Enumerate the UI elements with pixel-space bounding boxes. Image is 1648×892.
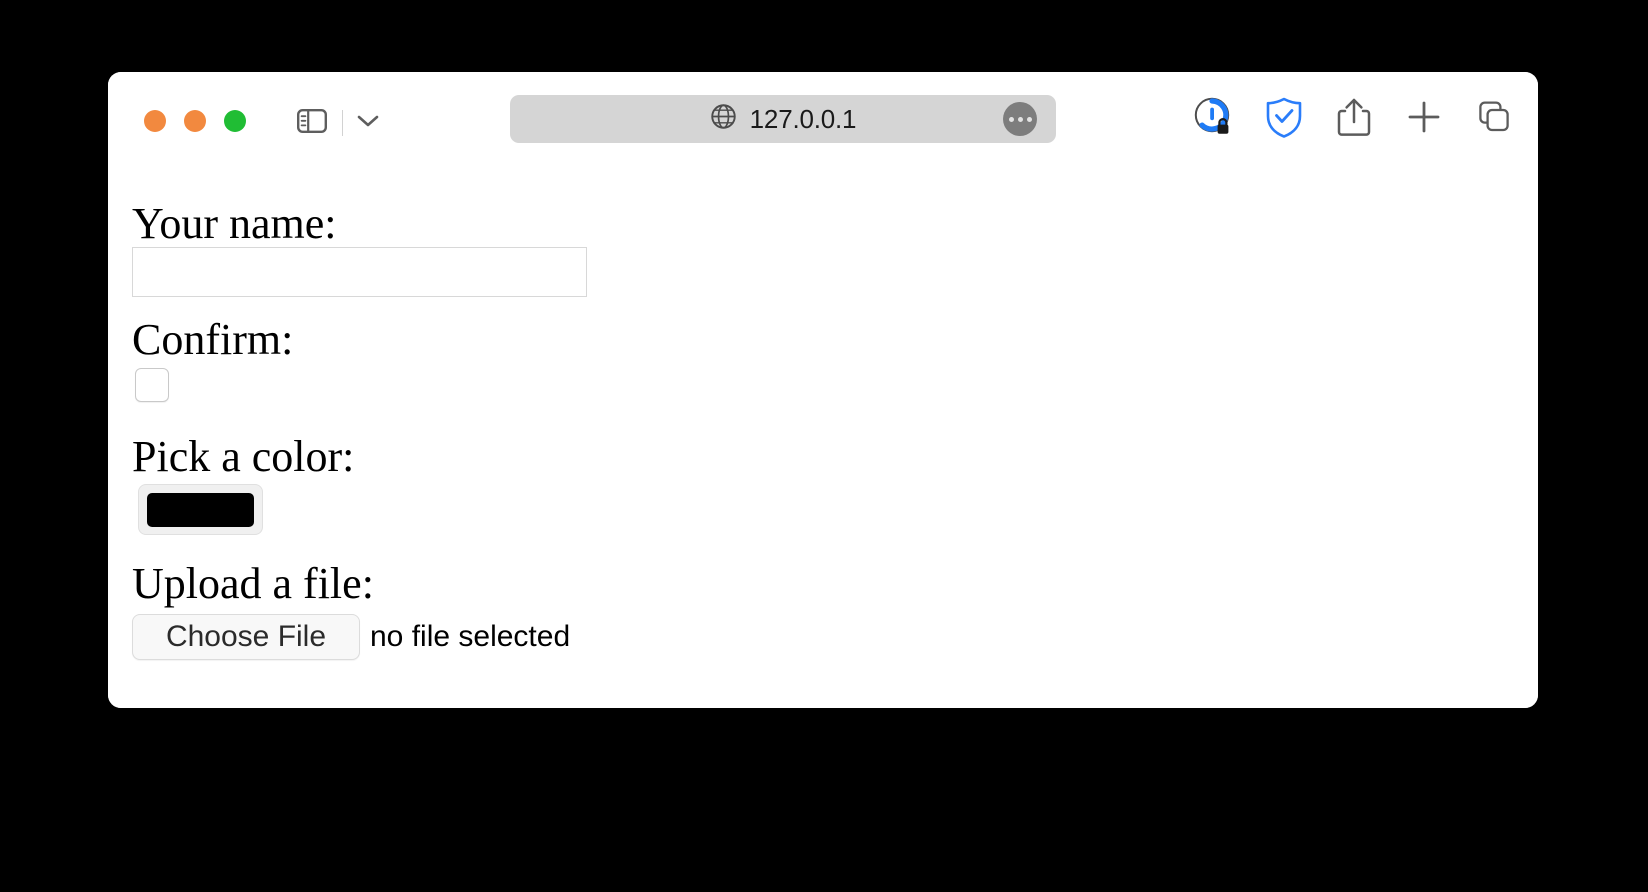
name-label: Your name: [132,199,337,248]
adguard-shield-icon [1264,96,1304,143]
1password-icon [1193,96,1235,143]
confirm-label: Confirm: [132,315,294,364]
address-bar-content: 127.0.0.1 [710,103,857,135]
new-tab-plus-icon [1405,98,1443,141]
name-input[interactable] [132,247,587,297]
maximize-window-button[interactable] [224,110,246,132]
sidebar-icon [297,108,328,138]
toolbar-divider [342,110,343,136]
1password-button[interactable] [1192,97,1236,141]
color-label: Pick a color: [132,432,355,481]
ellipsis-dot [1017,116,1023,122]
tab-overview-icon [1475,98,1513,141]
upload-label: Upload a file: [132,559,374,608]
share-icon [1336,96,1372,143]
address-bar-more-button[interactable] [1003,102,1037,136]
minimize-window-button[interactable] [184,110,206,132]
toolbar-right-icons [1192,97,1516,141]
window-controls [144,110,246,132]
browser-window: 127.0.0.1 Your name: Confirm: Pick a col… [108,72,1538,708]
ellipsis-dot [1008,116,1014,122]
tab-overview-button[interactable] [1472,97,1516,141]
screen: 127.0.0.1 Your name: Confirm: Pick a col… [0,0,1648,892]
new-tab-button[interactable] [1402,97,1446,141]
sidebar-controls [288,104,387,142]
page-content: Your name: Confirm: Pick a color: Upload… [108,172,1538,708]
address-bar-url: 127.0.0.1 [749,103,857,134]
globe-icon [710,103,737,135]
confirm-checkbox[interactable] [135,368,169,402]
address-bar[interactable]: 127.0.0.1 [510,95,1056,143]
file-upload-row: Choose File no file selected [132,614,570,660]
close-window-button[interactable] [144,110,166,132]
color-swatch [147,492,254,527]
adguard-button[interactable] [1262,97,1306,141]
choose-file-button[interactable]: Choose File [132,614,360,660]
sidebar-dropdown-button[interactable] [349,104,387,142]
share-button[interactable] [1332,97,1376,141]
file-status-text: no file selected [370,620,571,653]
chevron-down-icon [357,114,379,133]
browser-toolbar: 127.0.0.1 [108,72,1538,172]
color-picker[interactable] [138,484,263,535]
ellipsis-dot [1026,116,1032,122]
sidebar-toggle-button[interactable] [288,104,336,142]
